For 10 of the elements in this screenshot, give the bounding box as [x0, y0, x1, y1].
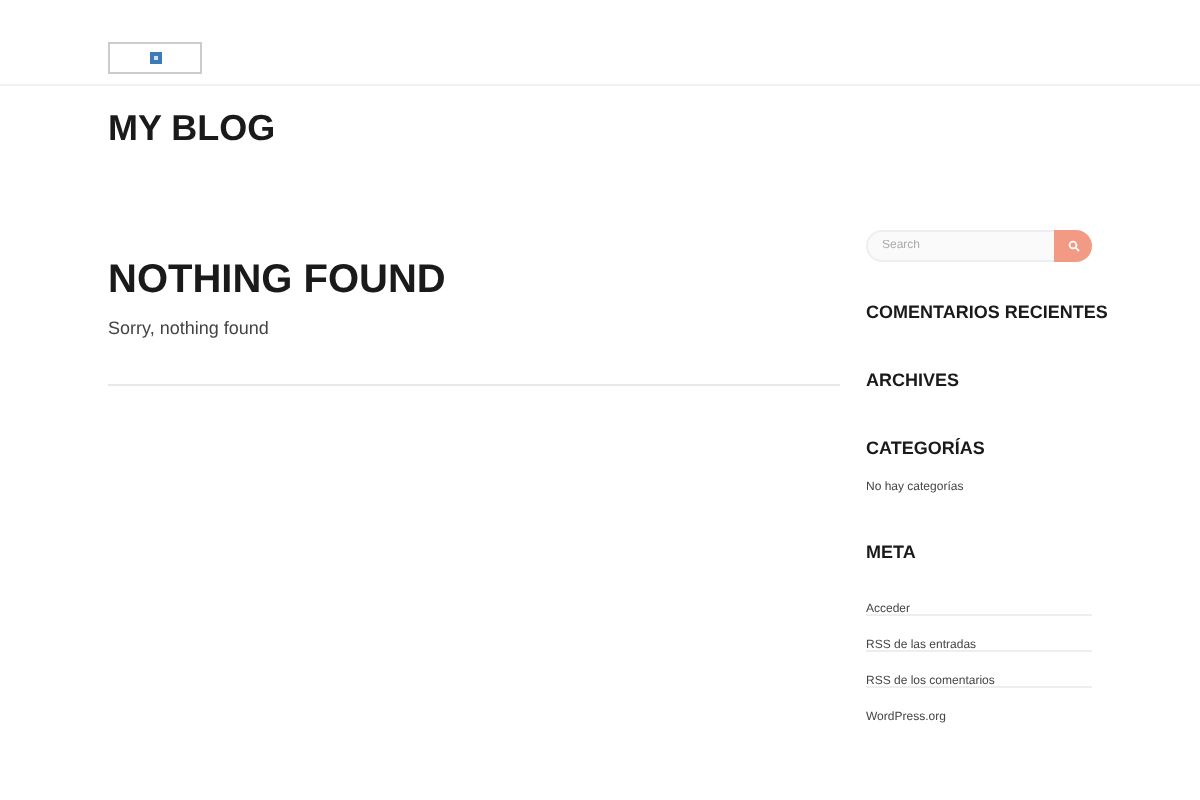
site-title[interactable]: MY BLOG	[108, 106, 276, 150]
page-heading: NOTHING FOUND	[108, 256, 446, 306]
image-icon	[149, 52, 161, 64]
search-icon	[1067, 240, 1079, 252]
widget-title: ARCHIVES	[866, 370, 960, 390]
widget-title: COMENTARIOS RECIENTES	[866, 302, 1108, 322]
widget-title: META	[866, 542, 916, 562]
widget-title: CATEGORÍAS	[866, 438, 985, 458]
message-text: Sorry, nothing found	[108, 318, 269, 338]
logo-image[interactable]	[108, 42, 202, 74]
